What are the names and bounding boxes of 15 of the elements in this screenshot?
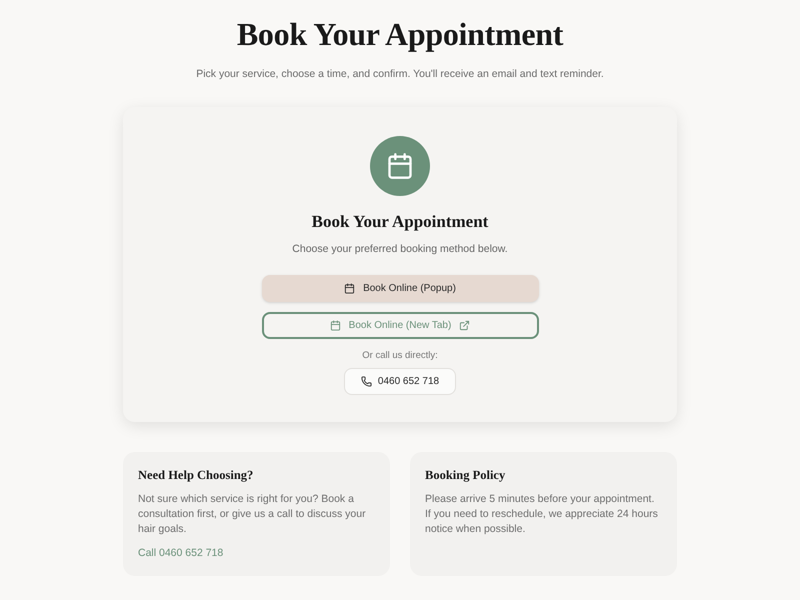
- page-subtitle: Pick your service, choose a time, and confirm. You'll receive an email and text reminder.: [196, 69, 604, 80]
- card-description: Choose your preferred booking method below.: [292, 244, 508, 254]
- external-link-icon: [459, 320, 470, 331]
- call-prompt: Or call us directly:: [362, 351, 438, 360]
- page-title: Book Your Appointment: [236, 18, 564, 50]
- calendar-icon: [330, 320, 341, 331]
- info-card-text: Not sure which service is right for you? Book a consultation first, or give us a call to discuss your hair goals.: [138, 492, 367, 537]
- phone-button[interactable]: 0460 652 718: [344, 368, 456, 394]
- info-card-text: Please arrive 5 minutes before your appointment. If you need to reschedule, we appreciate 24 hours notice when possible.: [425, 492, 659, 537]
- info-card-title: Need Help Choosing?: [138, 468, 254, 481]
- book-online-button[interactable]: Book Online (Popup): [262, 275, 538, 302]
- info-card-title: Booking Policy: [425, 468, 506, 481]
- card-title: Book Your Appointment: [312, 212, 488, 230]
- calendar-icon: [344, 283, 356, 294]
- phone-icon: [360, 376, 372, 386]
